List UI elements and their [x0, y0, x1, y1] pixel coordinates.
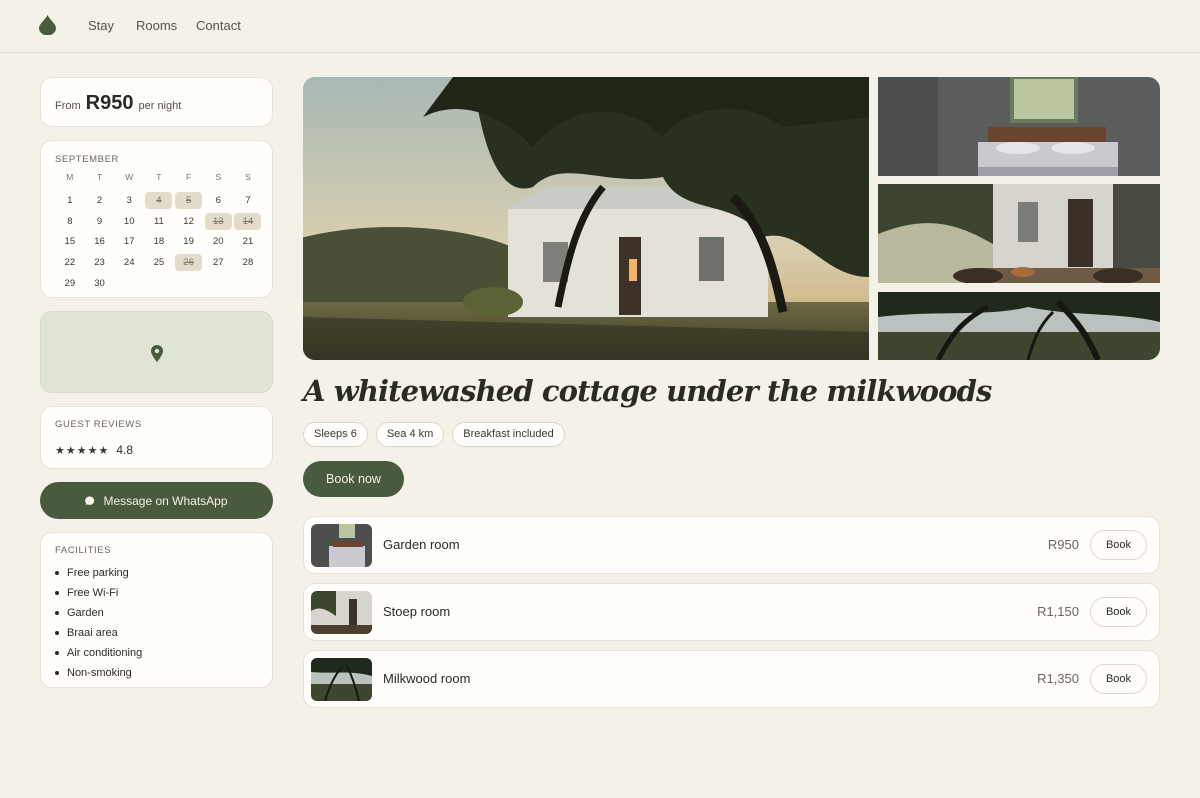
room-row-stoep: Stoep room R1,150 Book	[303, 583, 1160, 641]
calendar-weekday: S	[215, 172, 222, 182]
calendar-day[interactable]: 9	[86, 213, 113, 230]
top-nav: Stay Rooms Contact	[0, 0, 1200, 53]
calendar-day[interactable]: 10	[116, 213, 143, 230]
facility-item: Air conditioning	[55, 643, 142, 663]
facilities-label: FACILITIES	[55, 545, 112, 556]
calendar-weekday: F	[185, 172, 192, 182]
availability-calendar: SEPTEMBER M T W T F S S 1 2 3 4 5 6 7 8 9 10 11 12 13 14 15 16…	[40, 140, 273, 298]
calendar-day[interactable]: 7	[234, 192, 261, 209]
calendar-day[interactable]: 1	[56, 192, 83, 209]
reviews-label: GUEST REVIEWS	[55, 419, 142, 430]
calendar-day[interactable]: 22	[56, 254, 83, 271]
nav-link-contact[interactable]: Contact	[196, 18, 241, 33]
guest-reviews-card: GUEST REVIEWS ★★★★★ 4.8	[40, 406, 273, 469]
calendar-day-booked[interactable]: 4	[145, 191, 173, 209]
rating-value: 4.8	[116, 443, 133, 457]
room-row-milkwood: Milkwood room R1,350 Book	[303, 650, 1160, 708]
room-price: R1,150	[1037, 604, 1079, 619]
room-thumbnail	[311, 591, 372, 634]
calendar-day[interactable]: 2	[86, 192, 113, 209]
hero-photo-cottage[interactable]	[303, 77, 869, 360]
price-amount: R950	[85, 92, 134, 114]
room-thumbnail	[311, 524, 372, 567]
room-book-button[interactable]: Book	[1090, 664, 1147, 694]
calendar-day[interactable]: 6	[205, 192, 232, 209]
calendar-weekday: T	[156, 172, 162, 182]
whatsapp-label: Message on WhatsApp	[103, 493, 228, 508]
facility-item: Free parking	[55, 563, 142, 583]
calendar-day[interactable]: 12	[175, 213, 202, 230]
calendar-day[interactable]: 24	[116, 254, 143, 271]
calendar-day[interactable]: 25	[145, 254, 172, 271]
listing-chips: Sleeps 6 Sea 4 km Breakfast included	[303, 422, 565, 447]
calendar-day[interactable]: 30	[86, 275, 113, 292]
facility-item: Non-smoking	[55, 663, 142, 683]
calendar-month: SEPTEMBER	[55, 154, 119, 165]
calendar-day-booked[interactable]: 5	[175, 191, 203, 209]
location-map[interactable]	[40, 311, 273, 393]
price-card: From R950 per night	[40, 77, 273, 127]
facilities-list: Free parking Free Wi-Fi Garden Braai are…	[55, 563, 142, 683]
price-from-label: From	[55, 100, 81, 112]
room-price: R1,350	[1037, 671, 1079, 686]
calendar-day[interactable]: 17	[116, 233, 143, 250]
calendar-day[interactable]: 15	[56, 233, 83, 250]
map-pin-icon	[151, 345, 163, 362]
room-book-button[interactable]: Book	[1090, 597, 1147, 627]
room-name: Garden room	[383, 537, 460, 552]
room-row-garden: Garden room R950 Book	[303, 516, 1160, 574]
calendar-day-booked[interactable]: 14	[234, 212, 262, 230]
calendar-grid: M T W T F S S 1 2 3 4 5 6 7 8 9 10 11 12 13 14 15 16 17 18 19 20 21…	[55, 171, 263, 296]
photo-milkwood-trees[interactable]	[878, 292, 1160, 360]
nav-link-stay[interactable]: Stay	[88, 18, 114, 33]
chip-sleeps: Sleeps 6	[303, 422, 368, 447]
calendar-day[interactable]: 3	[116, 192, 143, 209]
calendar-day[interactable]: 28	[234, 254, 261, 271]
room-thumbnail	[311, 658, 372, 701]
calendar-day[interactable]: 18	[145, 233, 172, 250]
calendar-day[interactable]: 16	[86, 233, 113, 250]
calendar-weekday: W	[125, 172, 134, 182]
price-per-label: per night	[138, 100, 182, 112]
calendar-day[interactable]: 23	[86, 254, 113, 271]
calendar-day[interactable]: 19	[175, 233, 202, 250]
chat-bubble-icon	[85, 495, 95, 505]
facility-item: Braai area	[55, 623, 142, 643]
nav-link-rooms[interactable]: Rooms	[136, 18, 177, 33]
room-name: Milkwood room	[383, 671, 471, 686]
calendar-day[interactable]: 27	[205, 254, 232, 271]
room-name: Stoep room	[383, 604, 451, 619]
calendar-day[interactable]: 21	[234, 233, 261, 250]
facility-item: Garden	[55, 603, 142, 623]
book-now-button[interactable]: Book now	[303, 461, 404, 497]
chip-breakfast: Breakfast included	[452, 422, 565, 447]
photo-stoep-breakfast[interactable]	[878, 184, 1160, 283]
room-price: R950	[1047, 537, 1079, 552]
calendar-weekday: S	[245, 172, 251, 182]
calendar-day-booked[interactable]: 26	[175, 254, 203, 272]
chip-sea-distance: Sea 4 km	[375, 422, 445, 447]
facilities-card: FACILITIES Free parking Free Wi-Fi Garde…	[40, 532, 273, 688]
facility-item: Free Wi-Fi	[55, 583, 142, 603]
calendar-weekday: M	[66, 172, 74, 182]
calendar-day[interactable]: 8	[56, 213, 83, 230]
star-rating-icon: ★★★★★	[55, 444, 110, 457]
drop-leaf-icon[interactable]	[39, 15, 56, 35]
calendar-day-booked[interactable]: 13	[204, 212, 232, 230]
whatsapp-button[interactable]: Message on WhatsApp	[40, 482, 273, 519]
calendar-day[interactable]: 11	[145, 213, 172, 230]
photo-bedroom[interactable]	[878, 77, 1160, 176]
listing-title: A whitewashed cottage under the milkwood…	[303, 374, 992, 408]
calendar-day[interactable]: 29	[56, 275, 83, 292]
calendar-day[interactable]: 20	[205, 233, 232, 250]
room-book-button[interactable]: Book	[1090, 530, 1147, 560]
calendar-weekday: T	[96, 172, 103, 182]
